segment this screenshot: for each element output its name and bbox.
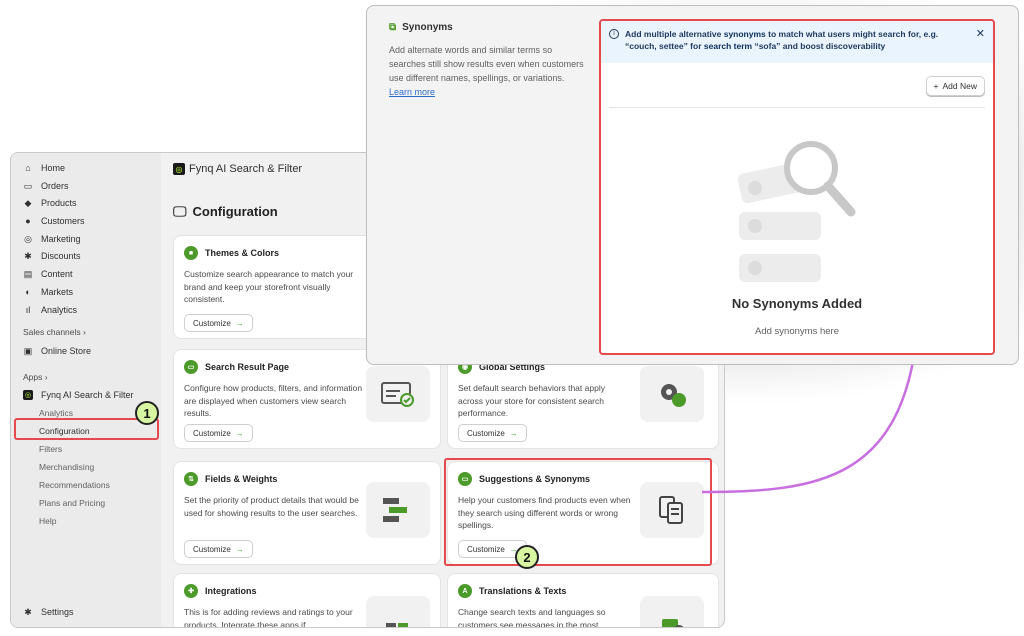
- gear-icon: ✱: [24, 606, 32, 617]
- step-badge-2: 2: [515, 545, 539, 569]
- sidebar-item-settings[interactable]: ✱ Settings: [23, 605, 73, 619]
- sales-channels-heading[interactable]: Sales channels ›: [23, 327, 86, 337]
- sidebar-item-fynq-app[interactable]: ◎ Fynq AI Search & Filter: [23, 388, 134, 402]
- puzzle-illustration-icon: [366, 596, 430, 627]
- step-badge-1: 1: [135, 401, 159, 425]
- card-translations-texts: A Translations & Texts Change search text…: [447, 573, 719, 627]
- sub-item-merchandising[interactable]: Merchandising: [39, 462, 94, 472]
- globe-icon: ◐: [25, 287, 31, 297]
- card-integrations: ✚ Integrations This is for adding reviews…: [173, 573, 441, 627]
- apps-heading[interactable]: Apps ›: [23, 372, 48, 382]
- synonyms-popup: ⧉ Synonyms Add alternate words and simil…: [366, 5, 1019, 365]
- plus-icon: +: [933, 81, 939, 91]
- sub-item-filters[interactable]: Filters: [39, 444, 62, 454]
- arrow-right-icon: →: [235, 428, 244, 438]
- store-icon: ▣: [23, 345, 33, 356]
- sidebar-item-content[interactable]: ▤ Content: [23, 267, 73, 281]
- customize-button[interactable]: Customize →: [458, 424, 527, 442]
- target-icon: ◎: [24, 233, 32, 244]
- synonyms-panel: i Add multiple alternative synonyms to m…: [599, 19, 995, 355]
- sidebar-item-products[interactable]: ◆ Products: [23, 196, 77, 210]
- sidebar-item-discounts[interactable]: ✱ Discounts: [23, 249, 80, 263]
- synonyms-title: ⧉ Synonyms: [389, 22, 453, 33]
- page-title: 🖵 Configuration: [173, 203, 278, 219]
- suggestions-card-highlight: [444, 458, 712, 566]
- sidebar-item-markets[interactable]: ◐ Markets: [23, 285, 73, 299]
- customize-button[interactable]: Customize →: [184, 314, 253, 332]
- add-new-button[interactable]: + Add New: [925, 76, 985, 96]
- documents-icon: ⧉: [389, 22, 397, 33]
- sub-item-recommendations[interactable]: Recommendations: [39, 480, 110, 490]
- search-page-illustration-icon: [366, 366, 430, 422]
- bar-chart-icon: ıl: [25, 305, 31, 315]
- sort-icon: ⇅: [184, 472, 198, 486]
- configuration-highlight: [14, 418, 159, 440]
- divider: [609, 107, 985, 108]
- app-logo-icon: ◎: [173, 163, 185, 175]
- puzzle-icon: ✚: [184, 584, 198, 598]
- monitor-icon: 🖵: [173, 203, 187, 219]
- customize-button[interactable]: Customize →: [184, 424, 253, 442]
- empty-state-illustration: [737, 141, 856, 282]
- sidebar-item-home[interactable]: ⌂ Home: [23, 161, 65, 175]
- orders-icon: ▭: [23, 180, 33, 191]
- close-icon[interactable]: ✕: [976, 28, 985, 40]
- info-icon: i: [609, 29, 619, 39]
- empty-state-subtitle: Add synonyms here: [755, 326, 839, 337]
- arrow-right-icon: →: [509, 428, 518, 438]
- info-banner: i Add multiple alternative synonyms to m…: [601, 21, 993, 63]
- sidebar-item-online-store[interactable]: ▣ Online Store: [23, 344, 91, 358]
- synonyms-description: Add alternate words and similar terms so…: [389, 43, 589, 99]
- arrow-right-icon: →: [235, 318, 244, 328]
- sub-item-plans-pricing[interactable]: Plans and Pricing: [39, 498, 105, 508]
- empty-state-title: No Synonyms Added: [731, 296, 863, 311]
- sidebar-item-orders[interactable]: ▭ Orders: [23, 179, 69, 193]
- translate-icon: A: [458, 584, 472, 598]
- content-icon: ▤: [23, 268, 33, 279]
- sidebar-item-marketing[interactable]: ◎ Marketing: [23, 232, 80, 246]
- app-header: ◎ Fynq AI Search & Filter: [173, 163, 302, 175]
- arrow-right-icon: →: [235, 544, 244, 554]
- app-logo-icon: ◎: [23, 390, 33, 400]
- customize-button[interactable]: Customize →: [184, 540, 253, 558]
- discount-icon: ✱: [24, 250, 32, 261]
- search-page-icon: ▭: [184, 360, 198, 374]
- gear-globe-illustration-icon: [640, 366, 704, 422]
- sub-item-help[interactable]: Help: [39, 516, 56, 526]
- sidebar: ⌂ Home ▭ Orders ◆ Products ● Customers ◎ Mark…: [11, 153, 161, 627]
- sub-item-analytics[interactable]: Analytics: [39, 408, 73, 418]
- sidebar-item-customers[interactable]: ● Customers: [23, 214, 84, 228]
- sidebar-item-analytics[interactable]: ıl Analytics: [23, 303, 77, 317]
- weights-illustration-icon: [366, 482, 430, 538]
- card-fields-weights: ⇅ Fields & Weights Set the priority of pr…: [173, 461, 441, 565]
- palette-icon: ■: [184, 246, 198, 260]
- person-icon: ●: [25, 216, 31, 226]
- home-icon: ⌂: [25, 163, 31, 173]
- tag-icon: ◆: [24, 197, 32, 208]
- learn-more-link[interactable]: Learn more: [389, 85, 589, 99]
- translate-illustration-icon: [640, 596, 704, 627]
